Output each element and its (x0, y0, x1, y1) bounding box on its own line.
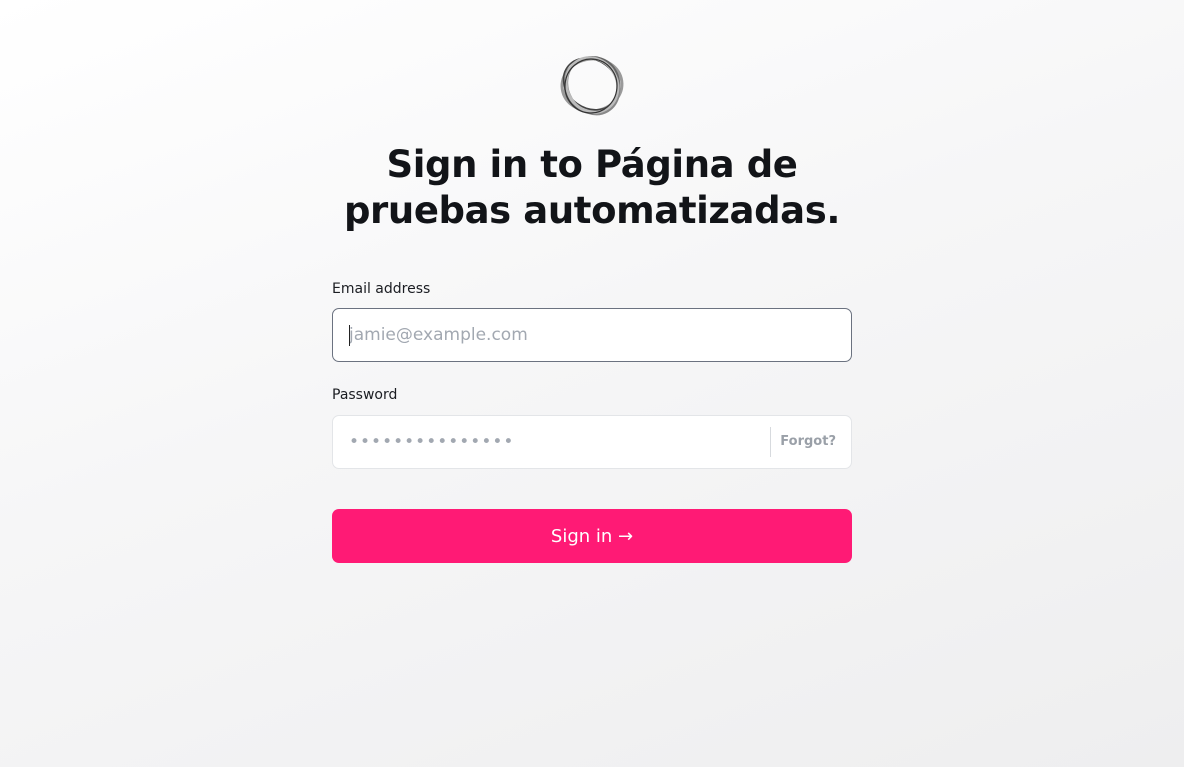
password-divider (770, 427, 771, 457)
page-title-line-1: Sign in to Página de (386, 143, 798, 186)
email-label: Email address (332, 281, 431, 297)
forgot-password-link[interactable]: Forgot? (780, 434, 836, 449)
password-input[interactable] (333, 416, 770, 468)
password-label: Password (332, 387, 398, 403)
email-input[interactable] (333, 309, 851, 361)
email-field-container (332, 308, 852, 362)
page-title: Sign in to Página de pruebas automatizad… (332, 142, 852, 234)
scribble-ring-icon (557, 53, 627, 117)
sign-in-button[interactable]: Sign in → (332, 509, 852, 563)
password-field-container: Forgot? (332, 415, 852, 469)
text-caret (349, 325, 350, 346)
page-title-line-2: pruebas automatizadas. (343, 189, 841, 232)
